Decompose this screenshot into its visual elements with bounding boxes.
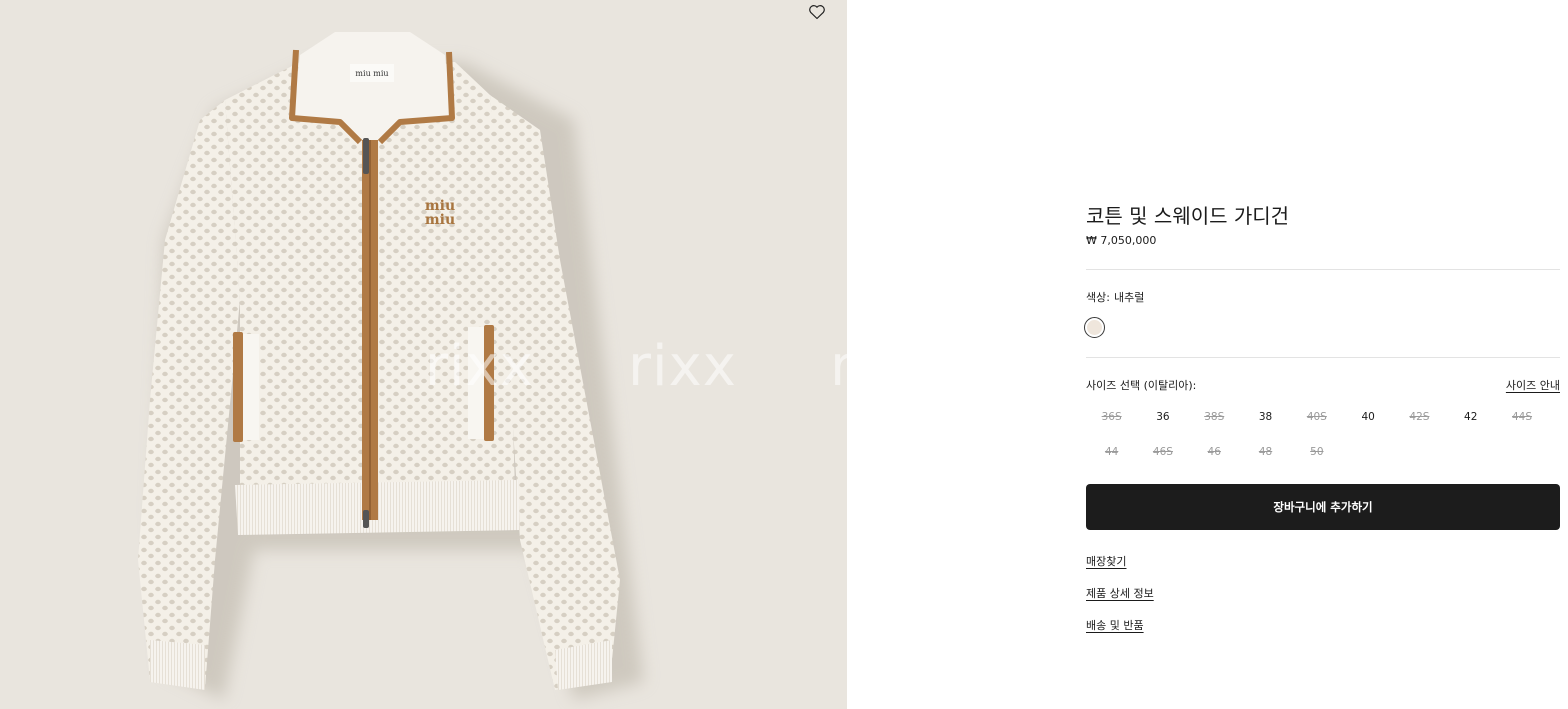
size-option: 38S bbox=[1204, 411, 1225, 423]
shipping-returns-link[interactable]: 배송 및 반품 bbox=[1086, 617, 1144, 633]
size-option: 48 bbox=[1258, 446, 1273, 458]
size-option[interactable]: 40 bbox=[1342, 400, 1393, 435]
size-option: 44S bbox=[1512, 411, 1533, 423]
size-option: 46S bbox=[1152, 446, 1173, 458]
color-selector-label: 색상: 내추럴 bbox=[1086, 289, 1144, 305]
color-label: 색상: bbox=[1086, 291, 1110, 304]
product-price: ₩ 7,050,000 bbox=[1086, 234, 1157, 247]
color-value: 내추럴 bbox=[1113, 291, 1145, 304]
product-image-panel: miu miu miu miu rixx rixx r bbox=[0, 0, 847, 709]
divider bbox=[1086, 357, 1560, 358]
size-select-label: 사이즈 선택 (이탈리아): bbox=[1086, 379, 1197, 392]
size-option: 46 bbox=[1207, 446, 1221, 458]
add-to-cart-button[interactable]: 장바구니에 추가하기 bbox=[1086, 484, 1560, 530]
swatch-fill bbox=[1087, 320, 1102, 335]
size-option: 40S bbox=[1306, 411, 1327, 423]
store-finder-link[interactable]: 매장찾기 bbox=[1086, 553, 1126, 569]
size-option[interactable]: 38 bbox=[1240, 400, 1291, 435]
size-options: 36S 36 38S 38 40S 40 42S 42 44S 44 46S 46 48 50 bbox=[1086, 400, 1560, 470]
svg-text:miu: miu bbox=[425, 212, 455, 228]
color-swatch-natural[interactable] bbox=[1084, 317, 1105, 338]
size-guide-link[interactable]: 사이즈 안내 bbox=[1506, 377, 1560, 393]
divider bbox=[1086, 269, 1560, 270]
product-title: 코튼 및 스웨이드 가디건 bbox=[1086, 204, 1290, 228]
size-option: 36S bbox=[1101, 411, 1122, 423]
size-option[interactable]: 36 bbox=[1137, 400, 1188, 435]
wishlist-heart-icon[interactable] bbox=[807, 2, 827, 22]
product-image: miu miu miu miu bbox=[0, 0, 847, 709]
size-option[interactable]: 42 bbox=[1445, 400, 1496, 435]
size-option: 44 bbox=[1104, 446, 1119, 458]
size-option: 42S bbox=[1409, 411, 1430, 423]
size-option: 50 bbox=[1310, 446, 1324, 458]
neck-label-text: miu miu bbox=[355, 69, 388, 78]
product-details-link[interactable]: 제품 상세 정보 bbox=[1086, 585, 1154, 601]
